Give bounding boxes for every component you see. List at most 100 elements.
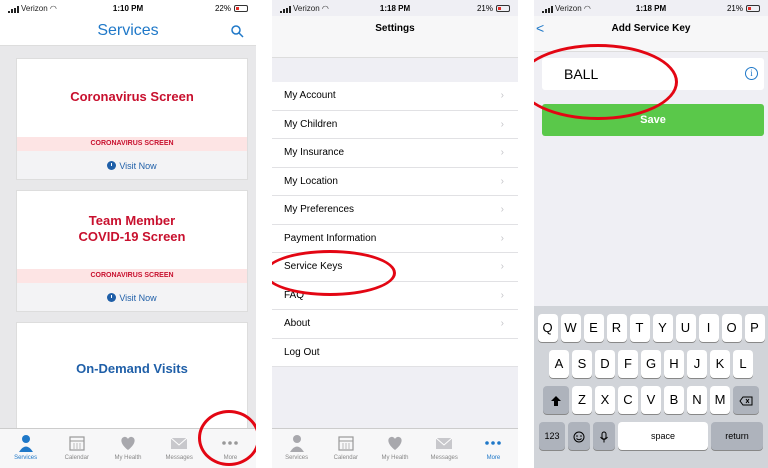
key[interactable]: D [595, 350, 615, 378]
key[interactable]: L [733, 350, 753, 378]
key[interactable]: Z [572, 386, 592, 414]
emoji-key[interactable] [568, 422, 590, 450]
service-card-on-demand[interactable]: On-Demand Visits [16, 322, 248, 432]
tab-calendar[interactable]: Calendar [51, 429, 102, 468]
battery-percent: 21% [726, 4, 743, 13]
key[interactable]: W [560, 314, 581, 342]
return-key[interactable]: return [711, 422, 763, 450]
chevron-right-icon: › [500, 147, 504, 158]
settings-item-my-location[interactable]: My Location › [272, 168, 518, 196]
settings-item-label: My Location [284, 175, 338, 187]
key[interactable]: Y [652, 314, 673, 342]
settings-item-faq[interactable]: FAQ › [272, 282, 518, 310]
key[interactable]: C [618, 386, 638, 414]
add-service-key-screen: Verizon ◠ 1:18 PM 21% < Add Service Key … [534, 0, 768, 468]
card-band: CORONAVIRUS SCREEN [17, 269, 247, 283]
card-band: CORONAVIRUS SCREEN [17, 137, 247, 151]
calendar-icon [69, 436, 85, 451]
card-title-line2: COVID-19 Screen [78, 229, 186, 244]
key[interactable]: E [583, 314, 604, 342]
key[interactable]: M [710, 386, 730, 414]
chevron-right-icon: › [500, 232, 504, 244]
tab-my-health[interactable]: My Health [102, 429, 153, 468]
service-card-coronavirus[interactable]: Coronavirus Screen CORONAVIRUS SCREEN Vi… [16, 58, 248, 180]
key[interactable]: F [618, 350, 638, 378]
clock-icon [107, 293, 117, 303]
key[interactable]: V [641, 386, 661, 414]
page-title: Settings [375, 23, 415, 34]
key[interactable]: T [629, 314, 650, 342]
visit-now-link[interactable]: Visit Now [17, 283, 247, 311]
tab-messages[interactable]: Messages [420, 429, 469, 468]
visit-now-link[interactable]: Visit Now [17, 151, 247, 179]
heart-icon [121, 436, 135, 450]
envelope-icon [435, 437, 453, 449]
settings-item-log-out[interactable]: Log Out [272, 339, 518, 367]
settings-item-label: My Account [284, 90, 336, 101]
service-card-team-member[interactable]: Team Member COVID-19 Screen CORONAVIRUS … [16, 190, 248, 312]
key[interactable]: A [549, 350, 569, 378]
visit-now-label: Visit Now [119, 160, 157, 171]
tab-more[interactable]: More [469, 429, 518, 468]
key[interactable]: P [744, 314, 765, 342]
info-icon[interactable]: i [745, 67, 758, 80]
key[interactable]: R [606, 314, 627, 342]
key[interactable]: O [721, 314, 742, 342]
search-icon[interactable] [230, 24, 244, 38]
key[interactable]: N [687, 386, 707, 414]
settings-item-about[interactable]: About › [272, 310, 518, 339]
save-button[interactable]: Save [542, 104, 764, 136]
battery-percent: 21% [476, 4, 493, 13]
key[interactable]: I [698, 314, 719, 342]
key[interactable]: G [641, 350, 661, 378]
more-dots-icon [222, 441, 239, 445]
microphone-icon [600, 431, 608, 443]
tab-label: Services [285, 455, 309, 461]
settings-item-my-children[interactable]: My Children › [272, 111, 518, 139]
settings-item-label: My Children [284, 118, 338, 130]
settings-item-label: Payment Information [284, 232, 377, 244]
settings-item-payment-information[interactable]: Payment Information › [272, 225, 518, 253]
tab-calendar[interactable]: Calendar [321, 429, 370, 468]
key[interactable]: K [710, 350, 730, 378]
space-key[interactable]: space [618, 422, 708, 450]
battery-icon [496, 5, 510, 12]
key[interactable]: S [572, 350, 592, 378]
tab-label: Messages [430, 455, 458, 461]
settings-item-my-account[interactable]: My Account › [272, 82, 518, 111]
key[interactable]: U [675, 314, 696, 342]
tab-more[interactable]: More [205, 429, 256, 468]
tab-bar: Services Calendar My Health Messages Mor… [0, 428, 256, 468]
card-title: On-Demand Visits [76, 361, 188, 376]
tab-messages[interactable]: Messages [154, 429, 205, 468]
key[interactable]: B [664, 386, 684, 414]
tab-services[interactable]: Services [0, 429, 51, 468]
tab-label: My Health [381, 455, 409, 461]
settings-item-my-insurance[interactable]: My Insurance › [272, 139, 518, 168]
clock-icon [107, 161, 117, 171]
person-icon [18, 435, 33, 452]
status-bar: Verizon ◠ 1:18 PM 21% [534, 0, 768, 16]
tab-services[interactable]: Services [272, 429, 321, 468]
shift-key[interactable] [543, 386, 569, 414]
page-title: Add Service Key [611, 23, 691, 34]
tab-label: Services [14, 455, 38, 461]
add-key-nav-bar [534, 16, 768, 52]
key[interactable]: H [664, 350, 684, 378]
settings-list: My Account › My Children › My Insurance › M… [272, 82, 518, 367]
tab-label: My Health [114, 455, 142, 461]
settings-item-service-keys[interactable]: Service Keys › [272, 253, 518, 282]
key[interactable]: J [687, 350, 707, 378]
backspace-key[interactable] [733, 386, 759, 414]
numbers-key[interactable]: 123 [539, 422, 565, 450]
battery-icon [746, 5, 760, 12]
key[interactable]: Q [537, 314, 558, 342]
services-screen: Verizon ◠ 1:10 PM 22% Services Coronavir… [0, 0, 256, 468]
key[interactable]: X [595, 386, 615, 414]
card-title: Team Member COVID-19 Screen [17, 213, 247, 245]
tab-my-health[interactable]: My Health [370, 429, 419, 468]
dictation-key[interactable] [593, 422, 615, 450]
chevron-right-icon: › [500, 318, 504, 329]
service-key-input[interactable] [542, 58, 732, 90]
settings-item-my-preferences[interactable]: My Preferences › [272, 196, 518, 225]
